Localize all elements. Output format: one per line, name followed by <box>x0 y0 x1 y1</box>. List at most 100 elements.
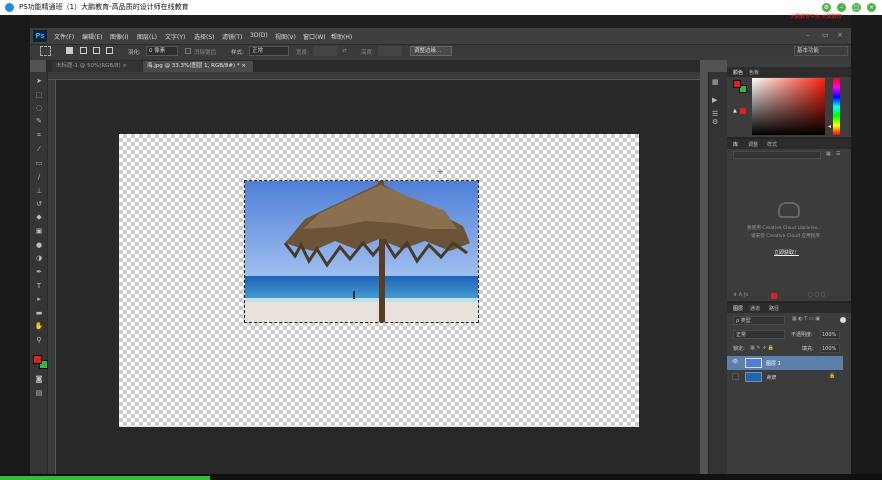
right-margin <box>851 15 882 480</box>
actions-panel-icon[interactable]: ▶ <box>712 96 717 104</box>
tab-untitled[interactable]: 未标题-1 @ 50%(RGB/8) × <box>52 61 142 72</box>
tab-paths[interactable]: 路径 <box>769 305 779 312</box>
menu-type[interactable]: 文字(Y) <box>165 32 185 41</box>
properties-panel-icon[interactable]: ☰ <box>712 110 718 118</box>
eraser-tool-icon[interactable]: ◆ <box>34 213 44 221</box>
blend-mode-select[interactable]: 正常 <box>733 330 785 339</box>
ruler-vertical[interactable] <box>48 80 56 476</box>
crop-tool-icon[interactable]: ⌗ <box>34 131 44 139</box>
menu-window[interactable]: 窗口(W) <box>303 32 326 41</box>
antialias-checkbox[interactable] <box>185 48 191 54</box>
healing-brush-tool-icon[interactable]: ▭ <box>34 159 44 167</box>
history-panel-icon[interactable]: ▦ <box>712 78 719 86</box>
brush-tool-icon[interactable]: ∕ <box>34 173 44 181</box>
dodge-tool-icon[interactable]: ◑ <box>34 254 44 262</box>
menu-filter[interactable]: 滤镜(T) <box>222 32 242 41</box>
library-select[interactable] <box>733 151 821 159</box>
history-brush-tool-icon[interactable]: ↺ <box>34 200 44 208</box>
eyedropper-tool-icon[interactable]: ⁄ <box>34 145 44 153</box>
tab-adjustments[interactable]: 调整 <box>748 141 758 148</box>
menu-3d[interactable]: 3D(D) <box>250 32 268 39</box>
width-input[interactable] <box>313 46 337 56</box>
crosshair-cursor-icon: ✛ <box>437 168 443 176</box>
clone-stamp-tool-icon[interactable]: ⊥ <box>34 187 44 195</box>
menu-file[interactable]: 文件(F) <box>54 32 74 41</box>
character-panel-icon[interactable]: ⚙ <box>712 118 718 126</box>
swap-icon[interactable]: ⇄ <box>342 48 347 54</box>
menu-help[interactable]: 帮助(H) <box>331 32 352 41</box>
marquee-tool-icon[interactable]: ⬚ <box>34 91 44 99</box>
path-select-tool-icon[interactable]: ▸ <box>34 295 44 303</box>
height-input[interactable] <box>378 46 402 56</box>
layer-filter-kind-select[interactable]: ρ 类型 <box>733 316 785 325</box>
lasso-tool-icon[interactable]: ◌ <box>34 104 44 112</box>
quick-mask-icon[interactable]: ◙ <box>34 375 44 383</box>
subtract-selection-icon[interactable] <box>93 47 100 54</box>
maximize-button[interactable]: □ <box>852 3 861 12</box>
move-tool-icon[interactable]: ➤ <box>34 77 44 85</box>
menu-edit[interactable]: 编辑(E) <box>82 32 102 41</box>
panel-foreground-swatch[interactable] <box>733 80 741 88</box>
layer-name[interactable]: 图层 1 <box>766 360 781 367</box>
menu-view[interactable]: 视图(V) <box>275 32 296 41</box>
settings-icon[interactable]: ⚙ <box>822 3 831 12</box>
hue-slider-handle-icon[interactable]: ◂ <box>828 123 831 130</box>
grid-view-icon[interactable]: ▦ <box>826 151 831 157</box>
ruler-horizontal[interactable] <box>48 72 700 80</box>
rectangle-tool-icon[interactable]: ▬ <box>34 309 44 317</box>
video-progress-bar[interactable] <box>0 476 210 480</box>
get-it-now-link[interactable]: 立即获取！ <box>774 249 799 256</box>
quick-select-tool-icon[interactable]: ✎ <box>34 117 44 125</box>
minimize-button[interactable]: – <box>837 3 846 12</box>
tab-layers[interactable]: 图层 <box>733 305 743 312</box>
style-select[interactable]: 正常 <box>249 46 289 56</box>
layer-name-background[interactable]: 背景 <box>766 374 776 381</box>
tab-channels[interactable]: 通道 <box>750 305 760 312</box>
list-view-icon[interactable]: ☰ <box>836 151 840 157</box>
ps-minimize-button[interactable]: – <box>806 31 810 39</box>
marquee-tool-preset-icon[interactable] <box>40 46 51 56</box>
app-logo-icon <box>5 3 14 12</box>
tab-color[interactable]: 颜色 <box>733 69 743 76</box>
library-add-color-swatch[interactable] <box>771 293 777 299</box>
refine-edge-button[interactable]: 调整边缘... <box>410 46 452 56</box>
ps-restore-button[interactable]: ▭ <box>822 31 829 39</box>
type-tool-icon[interactable]: T <box>34 282 44 290</box>
fill-input[interactable]: 100% <box>820 344 840 353</box>
pen-tool-icon[interactable]: ✒ <box>34 268 44 276</box>
gamut-color-swatch[interactable] <box>740 108 746 114</box>
hand-tool-icon[interactable]: ✋ <box>34 322 44 330</box>
ps-close-button[interactable]: × <box>837 31 843 39</box>
lock-icons[interactable]: ▦ ✎ ✛ 🔒 <box>750 345 774 351</box>
tab-styles[interactable]: 样式 <box>767 141 777 148</box>
gradient-tool-icon[interactable]: ▣ <box>34 227 44 235</box>
visibility-eye-icon[interactable]: 👁 <box>732 359 738 365</box>
intersect-selection-icon[interactable] <box>106 47 113 54</box>
screen-mode-icon[interactable]: ▤ <box>34 389 44 397</box>
layer-photo-beach-umbrella[interactable] <box>244 180 479 323</box>
blur-tool-icon[interactable]: ● <box>34 241 44 249</box>
hue-slider[interactable] <box>833 78 840 135</box>
workspace-select[interactable]: 基本功能 <box>794 46 848 56</box>
menu-layer[interactable]: 图层(L) <box>137 32 157 41</box>
library-actions-icons[interactable]: ▢ ▢ ▢ <box>808 292 825 298</box>
height-label: 高度: <box>361 50 374 56</box>
new-selection-icon[interactable] <box>66 47 73 54</box>
layer-filter-icons[interactable]: ▦ ◐ T ▭ ▣ <box>792 316 820 322</box>
zoom-tool-icon[interactable]: ⚲ <box>34 336 44 344</box>
add-selection-icon[interactable] <box>80 47 87 54</box>
filter-toggle-icon[interactable] <box>840 317 846 323</box>
library-footer-icons[interactable]: ⬆ A ƒx <box>733 292 749 298</box>
opacity-input[interactable]: 100% <box>820 330 840 339</box>
menu-image[interactable]: 图像(I) <box>110 32 128 41</box>
tab-libraries[interactable]: 库 <box>733 141 738 148</box>
foreground-color-swatch[interactable] <box>33 355 42 364</box>
close-button[interactable]: × <box>867 3 876 12</box>
tab-swatches[interactable]: 色板 <box>749 69 759 76</box>
menu-select[interactable]: 选择(S) <box>194 32 215 41</box>
feather-input[interactable]: 0 像素 <box>146 46 178 56</box>
tab-sea-jpg[interactable]: 海.jpg @ 33.3%(图层 1, RGB/8#) * × <box>143 61 253 72</box>
color-field[interactable] <box>752 78 825 135</box>
panel-icon-strip <box>708 72 727 476</box>
visibility-toggle-empty[interactable] <box>732 373 739 380</box>
